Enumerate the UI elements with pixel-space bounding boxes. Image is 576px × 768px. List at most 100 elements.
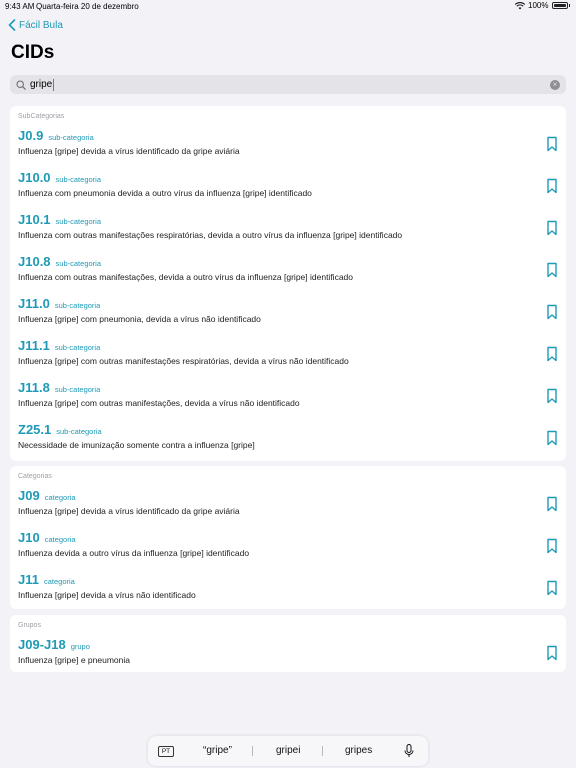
text-caret: [53, 78, 54, 91]
cid-kind: grupo: [70, 642, 90, 651]
cid-code: J09-J18 grupo: [18, 637, 90, 652]
cid-description: Influenza [gripe] com outras manifestaçõ…: [18, 356, 349, 366]
bookmark-icon[interactable]: [546, 178, 558, 194]
bookmark-icon[interactable]: [546, 430, 558, 446]
cid-code: Z25.1 sub-categoria: [18, 422, 102, 437]
cid-code-text: J09-J18: [18, 637, 66, 652]
cid-code-text: J11: [18, 572, 39, 587]
suggestion-3[interactable]: gripes: [345, 745, 372, 756]
back-button[interactable]: Fácil Bula: [8, 19, 63, 31]
page-title: CIDs: [11, 42, 55, 63]
cid-description: Influenza [gripe] com pneumonia, devida …: [18, 314, 261, 324]
search-input[interactable]: [30, 79, 54, 90]
cid-description: Influenza [gripe] devida a vírus identif…: [18, 146, 240, 156]
bookmark-icon[interactable]: [546, 136, 558, 152]
cid-code: J11 categoria: [18, 572, 75, 587]
status-date: Quarta-feira 20 de dezembro: [36, 2, 139, 11]
cid-kind: sub-categoria: [55, 217, 101, 226]
list-item[interactable]: J09-J18 grupo Influenza [gripe] e pneumoni…: [10, 637, 566, 679]
list-item[interactable]: J11 categoria Influenza [gripe] devida a v…: [10, 572, 566, 614]
cid-code: J09 categoria: [18, 488, 76, 503]
cid-code: J11.1 sub-categoria: [18, 338, 100, 353]
list-item[interactable]: J11.0 sub-categoria Influenza [gripe] com …: [10, 296, 566, 338]
cid-description: Influenza com outras manifestações, devi…: [18, 272, 353, 282]
bookmark-icon[interactable]: [546, 304, 558, 320]
cid-code: J0.9 sub-categoria: [18, 128, 94, 143]
cid-kind: sub-categoria: [56, 427, 102, 436]
cid-kind: categoria: [44, 535, 76, 544]
list-item[interactable]: J09 categoria Influenza [gripe] devida a v…: [10, 488, 566, 530]
bookmark-icon[interactable]: [546, 262, 558, 278]
section-header: SubCategorias: [18, 113, 65, 120]
cid-code-text: J11.1: [18, 338, 50, 353]
cid-code: J10.8 sub-categoria: [18, 254, 101, 269]
bookmark-icon[interactable]: [546, 496, 558, 512]
cid-kind: sub-categoria: [54, 343, 101, 352]
bookmark-icon[interactable]: [546, 580, 558, 596]
bookmark-icon[interactable]: [546, 346, 558, 362]
cid-code-text: J10.8: [18, 254, 51, 269]
cid-kind: sub-categoria: [55, 259, 101, 268]
bookmark-icon[interactable]: [546, 538, 558, 554]
bookmark-icon[interactable]: [546, 645, 558, 661]
suggestion-1[interactable]: “gripe”: [203, 745, 232, 756]
section-subcategorias: SubCategorias J0.9 sub-categoria Influenza…: [10, 106, 566, 461]
cid-code: J10.0 sub-categoria: [18, 170, 101, 185]
cid-description: Influenza devida a outro vírus da influe…: [18, 548, 250, 558]
clear-icon[interactable]: ×: [550, 79, 560, 90]
cid-description: Influenza [gripe] e pneumonia: [18, 655, 130, 665]
list-item[interactable]: J10.0 sub-categoria Influenza com pneumoni…: [10, 170, 566, 212]
cid-code-text: Z25.1: [18, 422, 52, 437]
bookmark-icon[interactable]: [546, 220, 558, 236]
search-icon: [16, 79, 26, 90]
list-item[interactable]: J11.8 sub-categoria Influenza [gripe] com …: [10, 380, 566, 422]
list-item[interactable]: Z25.1 sub-categoria Necessidade de imuniza…: [10, 422, 566, 464]
cid-code: J10 categoria: [18, 530, 76, 545]
cid-description: Influenza [gripe] devida a vírus identif…: [18, 506, 240, 516]
divider: [322, 746, 323, 756]
status-time: 9:43 AM: [5, 2, 35, 11]
cid-code-text: J11.8: [18, 380, 50, 395]
cid-description: Influenza com pneumonia devida a outro v…: [18, 188, 312, 198]
section-categorias: Categorias J09 categoria Influenza [gripe]…: [10, 466, 566, 609]
keyboard-suggestion-bar: PT “gripe” gripei gripes: [148, 736, 428, 766]
cid-code-text: J10.0: [18, 170, 51, 185]
battery-tip: [568, 4, 570, 7]
cid-code: J11.0 sub-categoria: [18, 296, 100, 311]
cid-code-text: J10.1: [18, 212, 51, 227]
section-header: Categorias: [18, 473, 52, 480]
cid-code-text: J09: [18, 488, 40, 503]
cid-code-text: J11.0: [18, 296, 50, 311]
cid-code-text: J0.9: [18, 128, 44, 143]
microphone-icon[interactable]: [404, 744, 414, 758]
cid-kind: sub-categoria: [55, 175, 101, 184]
back-label: Fácil Bula: [19, 19, 63, 31]
list-item[interactable]: J0.9 sub-categoria Influenza [gripe] devid…: [10, 128, 566, 170]
language-key[interactable]: PT: [158, 745, 174, 757]
bookmark-icon[interactable]: [546, 388, 558, 404]
battery-percent: 100%: [528, 1, 549, 10]
list-item[interactable]: J10.8 sub-categoria Influenza com outras m…: [10, 254, 566, 296]
list-item[interactable]: J10.1 sub-categoria Influenza com outras m…: [10, 212, 566, 254]
cid-code-text: J10: [18, 530, 40, 545]
cid-kind: sub-categoria: [48, 133, 94, 142]
cid-kind: categoria: [44, 493, 76, 502]
status-right: 100%: [515, 1, 570, 10]
cid-description: Influenza com outras manifestações respi…: [18, 230, 403, 240]
cid-description: Influenza [gripe] com outras manifestaçõ…: [18, 398, 300, 408]
cid-description: Necessidade de imunização somente contra…: [18, 440, 255, 450]
cid-kind: sub-categoria: [54, 301, 101, 310]
wifi-icon: [515, 1, 526, 9]
search-bar[interactable]: ×: [10, 75, 566, 94]
divider: [252, 746, 253, 756]
battery-icon: [551, 2, 568, 9]
list-item[interactable]: J11.1 sub-categoria Influenza [gripe] com …: [10, 338, 566, 380]
cid-description: Influenza [gripe] devida a vírus não ide…: [18, 590, 196, 600]
back-chevron-icon: [8, 19, 16, 31]
cid-code: J11.8 sub-categoria: [18, 380, 100, 395]
cid-kind: categoria: [43, 577, 75, 586]
section-header: Grupos: [18, 622, 41, 629]
section-grupos: Grupos J09-J18 grupo Influenza [gripe] e p…: [10, 615, 566, 672]
suggestion-2[interactable]: gripei: [276, 745, 300, 756]
list-item[interactable]: J10 categoria Influenza devida a outro vír…: [10, 530, 566, 572]
